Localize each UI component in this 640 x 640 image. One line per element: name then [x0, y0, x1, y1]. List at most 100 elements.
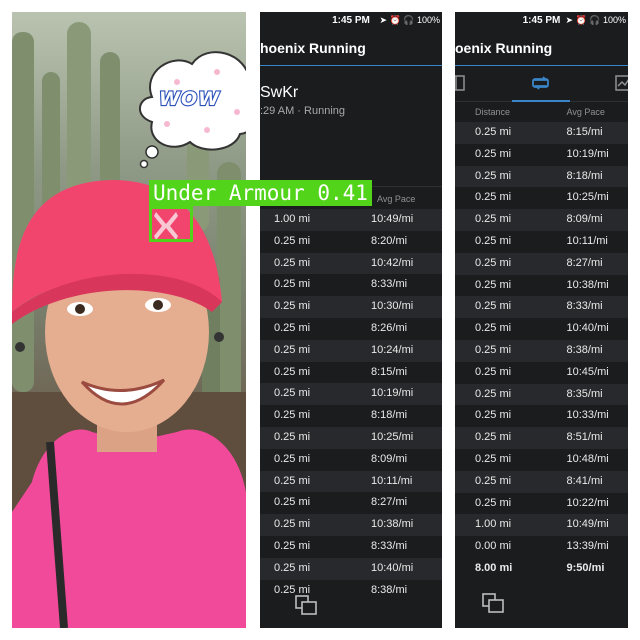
table-row: 1.00 mi 10:49/mi — [455, 514, 628, 537]
split-pace: 13:39/mi — [566, 540, 609, 553]
table-row: 0.25 mi 10:42/mi — [260, 252, 442, 275]
view-tabs — [455, 66, 628, 102]
sticker-text: WOW — [159, 88, 220, 110]
split-distance: 0.25 mi — [475, 322, 512, 335]
split-distance: 0.25 mi — [274, 539, 311, 552]
tab-laps[interactable] — [512, 74, 570, 102]
splits-header: Distance Avg Pace — [455, 102, 628, 122]
tab-map[interactable] — [455, 74, 469, 92]
headphones-icon: 🎧 — [589, 15, 601, 25]
split-pace: 10:40/mi — [566, 322, 609, 335]
split-distance: 0.25 mi — [274, 452, 311, 465]
table-row: 0.25 mi 10:25/mi — [260, 426, 442, 449]
split-pace: 8:27/mi — [371, 496, 408, 509]
split-distance: 0.25 mi — [475, 452, 512, 465]
alarm-icon: ⏰ — [389, 15, 401, 25]
split-distance: 0.25 mi — [475, 300, 512, 313]
detection-bounding-box — [149, 206, 193, 242]
split-pace: 10:48/mi — [566, 452, 609, 465]
split-pace: 10:22/mi — [566, 496, 609, 509]
column-distance: Distance — [475, 107, 511, 117]
split-pace: 10:25/mi — [371, 430, 414, 443]
section-divider — [260, 117, 442, 187]
split-pace: 10:38/mi — [566, 278, 609, 291]
table-row: 0.25 mi 10:33/mi — [455, 405, 628, 428]
map-icon — [455, 75, 465, 91]
selfie-illustration: WOW — [12, 22, 246, 628]
split-distance: 0.25 mi — [475, 234, 512, 247]
table-row: 0.25 mi 10:30/mi — [260, 296, 442, 318]
table-row: 0.25 mi 10:11/mi — [260, 470, 442, 493]
split-pace: 8:35/mi — [566, 387, 603, 400]
tab-chart[interactable] — [615, 74, 628, 92]
table-row: 0.25 mi 8:38/mi — [260, 579, 442, 602]
splits-table: 1.00 mi 10:49/mi 0.25 mi 8:20/mi 0.25 mi 10:4… — [260, 209, 442, 602]
table-row: 0.25 mi 8:15/mi — [455, 122, 628, 144]
table-row: 0.25 mi 8:18/mi — [455, 165, 628, 188]
split-pace: 8:15/mi — [566, 126, 603, 138]
split-distance: 0.25 mi — [274, 561, 311, 574]
table-row: 0.25 mi 10:48/mi — [455, 448, 628, 471]
table-row: 0.00 mi 13:39/mi — [455, 536, 628, 558]
split-distance: 0.25 mi — [274, 430, 311, 443]
table-row: 0.25 mi 8:35/mi — [455, 383, 628, 406]
split-pace: 8:18/mi — [371, 409, 408, 422]
split-distance: 0.25 mi — [475, 191, 512, 204]
split-pace: 8:15/mi — [371, 365, 408, 378]
splits-total-row: 8.00 mi 9:50/mi — [455, 557, 628, 580]
split-pace: 8:41/mi — [566, 474, 603, 487]
chart-icon — [615, 75, 628, 91]
table-row: 0.25 mi 8:26/mi — [260, 317, 442, 340]
activity-header[interactable]: SwKr :29 AM · Running — [260, 66, 442, 117]
battery-percent: 100% — [602, 15, 626, 25]
split-distance: 0.25 mi — [274, 321, 311, 334]
split-distance: 0.25 mi — [274, 474, 311, 487]
split-distance: 0.00 mi — [475, 540, 512, 553]
split-pace: 10:38/mi — [371, 518, 414, 531]
headphones-icon: 🎧 — [403, 15, 415, 25]
split-distance: 0.25 mi — [475, 213, 512, 226]
activity-screenshot-1: 1:45 PM ➤ ⏰ 🎧 100% hoenix Running SwKr :… — [260, 12, 442, 628]
nav-title: hoenix Running — [260, 30, 442, 66]
split-distance: 0.25 mi — [475, 126, 512, 138]
table-row: 1.00 mi 10:49/mi — [260, 209, 442, 231]
table-row: 0.25 mi 10:38/mi — [455, 274, 628, 297]
split-distance: 0.25 mi — [475, 496, 512, 509]
split-distance: 0.25 mi — [475, 169, 512, 182]
table-row: 0.25 mi 10:24/mi — [260, 339, 442, 362]
split-pace: 8:38/mi — [566, 343, 603, 356]
copy-icon[interactable] — [481, 592, 507, 614]
detection-label: Under Armour 0.41 — [149, 180, 372, 206]
split-distance: 1.00 mi — [274, 213, 311, 225]
split-pace: 8:33/mi — [371, 539, 408, 552]
table-row: 0.25 mi 10:45/mi — [455, 361, 628, 384]
split-distance: 0.25 mi — [475, 474, 512, 487]
laps-icon — [532, 76, 549, 90]
split-pace: 8:27/mi — [566, 256, 603, 269]
split-pace: 8:33/mi — [566, 300, 603, 313]
split-distance: 0.25 mi — [274, 496, 311, 509]
split-pace: 10:49/mi — [566, 518, 609, 531]
split-distance: 0.25 mi — [274, 409, 311, 422]
split-distance: 0.25 mi — [274, 365, 311, 378]
split-distance: 0.25 mi — [475, 409, 512, 422]
split-pace: 8:51/mi — [566, 431, 603, 444]
split-pace: 10:40/mi — [371, 561, 414, 574]
table-row: 0.25 mi 8:15/mi — [260, 361, 442, 384]
split-pace: 10:33/mi — [566, 409, 609, 422]
table-row: 0.25 mi 10:22/mi — [455, 492, 628, 515]
location-icon: ➤ — [565, 15, 573, 25]
split-distance: 0.25 mi — [274, 256, 311, 269]
table-row: 0.25 mi 8:33/mi — [260, 274, 442, 297]
activity-name: SwKr — [260, 84, 299, 101]
split-distance: 0.25 mi — [475, 278, 512, 291]
split-pace: 10:45/mi — [566, 365, 609, 378]
split-pace: 10:11/mi — [566, 234, 608, 247]
table-row: 0.25 mi 8:38/mi — [455, 339, 628, 362]
copy-icon[interactable] — [294, 594, 320, 616]
battery-percent: 100% — [416, 15, 440, 25]
split-pace: 10:11/mi — [371, 474, 413, 487]
table-row: 0.25 mi 8:09/mi — [260, 448, 442, 471]
split-distance: 0.25 mi — [475, 431, 512, 444]
location-icon: ➤ — [379, 15, 387, 25]
